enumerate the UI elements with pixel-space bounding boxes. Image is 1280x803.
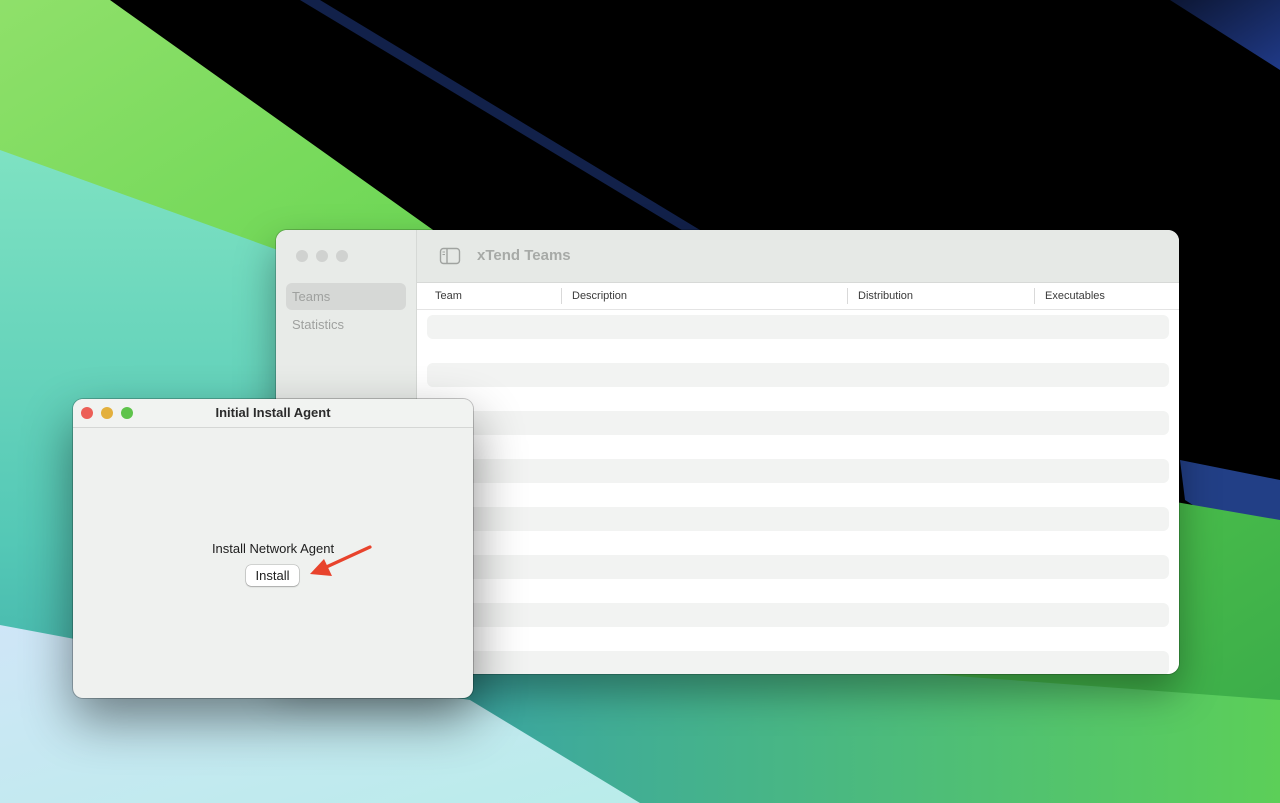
window-controls-inactive [296,250,348,262]
close-window-icon[interactable] [296,250,308,262]
window-title: Initial Install Agent [215,405,331,420]
column-header-executables[interactable]: Executables [1037,283,1177,309]
sidebar-item-teams[interactable]: Teams [286,283,406,310]
table-row-stripe [427,603,1169,627]
sidebar-item-statistics[interactable]: Statistics [286,311,406,338]
install-titlebar: Initial Install Agent [73,399,473,428]
table-row-stripe [427,555,1169,579]
column-header-description[interactable]: Description [564,283,849,309]
table-row-stripe [427,363,1169,387]
window-title: xTend Teams [477,247,571,264]
table-row-stripe [427,411,1169,435]
column-divider [847,288,848,304]
column-divider [561,288,562,304]
sidebar-toggle-icon[interactable] [439,247,461,265]
install-button[interactable]: Install [246,565,299,586]
install-agent-window: Initial Install Agent Install Network Ag… [73,399,473,698]
column-divider [1034,288,1035,304]
table-row-stripe [427,315,1169,339]
column-header-team[interactable]: Team [427,283,562,309]
column-header-distribution[interactable]: Distribution [850,283,1035,309]
teams-table: Team Description Distribution Executable… [417,283,1179,674]
table-row-stripe [427,651,1169,674]
minimize-window-icon[interactable] [316,250,328,262]
table-row-stripe [427,459,1169,483]
table-header: Team Description Distribution Executable… [417,283,1179,310]
zoom-window-icon[interactable] [336,250,348,262]
table-row-stripe [427,507,1169,531]
install-network-agent-label: Install Network Agent [211,541,335,556]
teams-toolbar: xTend Teams [417,230,1179,283]
